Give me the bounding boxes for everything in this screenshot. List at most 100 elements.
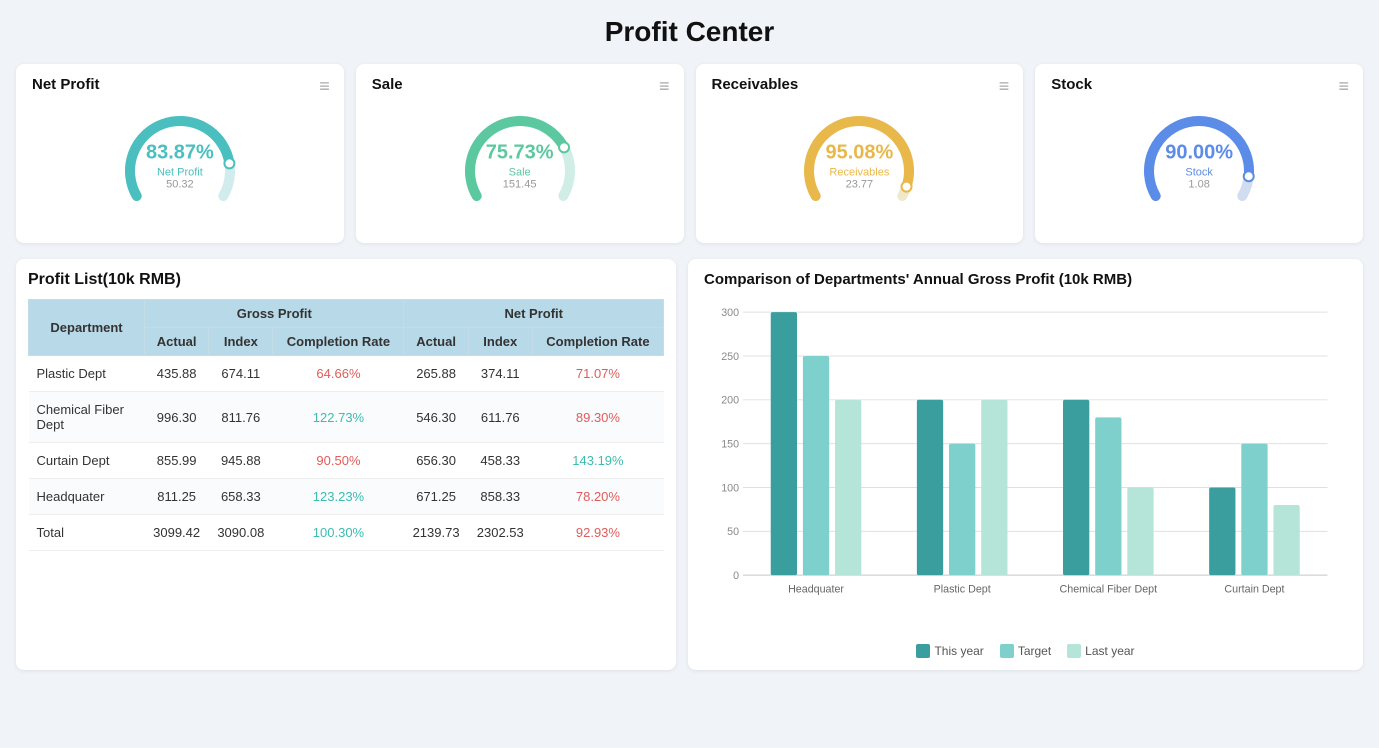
card-menu-receivables[interactable]: ≡ [999, 76, 1010, 97]
card-title-net-profit: Net Profit [32, 76, 328, 93]
td-gp-rate: 90.50% [273, 443, 404, 479]
td-department: Headquater [29, 479, 145, 515]
legend-label: Target [1018, 644, 1051, 658]
table-row: Total 3099.42 3090.08 100.30% 2139.73 23… [29, 515, 664, 551]
td-np-index: 374.11 [468, 356, 532, 392]
td-np-actual: 2139.73 [404, 515, 468, 551]
card-title-receivables: Receivables [712, 76, 1008, 93]
chart-legend: This year Target Last year [704, 644, 1347, 658]
td-gp-index: 945.88 [209, 443, 273, 479]
td-department: Total [29, 515, 145, 551]
td-gp-index: 674.11 [209, 356, 273, 392]
gauge-svg-sale [455, 101, 585, 231]
table-row: Curtain Dept 855.99 945.88 90.50% 656.30… [29, 443, 664, 479]
td-np-rate: 78.20% [532, 479, 663, 515]
td-np-actual: 265.88 [404, 356, 468, 392]
td-gp-rate: 123.23% [273, 479, 404, 515]
bar-chart-svg: 0 50 100 150 200 250 300 Headquater Plastic Dept… [704, 298, 1347, 638]
card-menu-net-profit[interactable]: ≡ [319, 76, 330, 97]
svg-text:0: 0 [733, 570, 739, 582]
chart-title: Comparison of Departments' Annual Gross … [704, 271, 1347, 288]
td-np-rate: 71.07% [532, 356, 663, 392]
legend-item: Target [1000, 644, 1051, 658]
th-gp-actual: Actual [145, 328, 209, 356]
gauge-svg-stock [1134, 101, 1264, 231]
card-title-sale: Sale [372, 76, 668, 93]
td-department: Chemical FiberDept [29, 392, 145, 443]
gauge-net-profit: 83.87% Net Profit 50.32 [32, 101, 328, 231]
profit-table: Department Gross Profit Net Profit Actua… [28, 299, 664, 551]
td-gp-actual: 3099.42 [145, 515, 209, 551]
svg-text:50: 50 [727, 526, 739, 538]
th-gross-profit: Gross Profit [145, 300, 404, 328]
th-np-rate: Completion Rate [532, 328, 663, 356]
table-row: Plastic Dept 435.88 674.11 64.66% 265.88… [29, 356, 664, 392]
td-gp-rate: 64.66% [273, 356, 404, 392]
td-np-index: 611.76 [468, 392, 532, 443]
td-gp-actual: 996.30 [145, 392, 209, 443]
td-gp-actual: 811.25 [145, 479, 209, 515]
svg-text:150: 150 [721, 439, 739, 451]
card-stock: Stock ≡ 90.00% Stock 1.08 [1035, 64, 1363, 243]
svg-text:100: 100 [721, 482, 739, 494]
td-np-index: 858.33 [468, 479, 532, 515]
td-gp-rate: 122.73% [273, 392, 404, 443]
td-np-rate: 89.30% [532, 392, 663, 443]
td-np-actual: 671.25 [404, 479, 468, 515]
gauge-stock: 90.00% Stock 1.08 [1051, 101, 1347, 231]
td-gp-index: 811.76 [209, 392, 273, 443]
svg-text:250: 250 [721, 351, 739, 363]
gauge-sale: 75.73% Sale 151.45 [372, 101, 668, 231]
th-np-index: Index [468, 328, 532, 356]
profit-list-panel: Profit List(10k RMB) Department Gross Pr… [16, 259, 676, 670]
card-menu-stock[interactable]: ≡ [1338, 76, 1349, 97]
td-department: Plastic Dept [29, 356, 145, 392]
chart-panel: Comparison of Departments' Annual Gross … [688, 259, 1363, 670]
td-gp-index: 658.33 [209, 479, 273, 515]
gauge-svg-receivables [794, 101, 924, 231]
svg-text:Headquater: Headquater [788, 584, 844, 596]
legend-item: This year [916, 644, 983, 658]
svg-text:300: 300 [721, 307, 739, 319]
td-gp-actual: 435.88 [145, 356, 209, 392]
th-department: Department [29, 300, 145, 356]
th-gp-rate: Completion Rate [273, 328, 404, 356]
td-np-rate: 92.93% [532, 515, 663, 551]
card-receivables: Receivables ≡ 95.08% Receivables 23.77 [696, 64, 1024, 243]
bar-chart-area: 0 50 100 150 200 250 300 Headquater Plastic Dept… [704, 298, 1347, 638]
legend-color [916, 644, 930, 658]
svg-text:Plastic Dept: Plastic Dept [934, 584, 991, 596]
legend-label: Last year [1085, 644, 1134, 658]
th-net-profit: Net Profit [404, 300, 664, 328]
td-np-rate: 143.19% [532, 443, 663, 479]
th-np-actual: Actual [404, 328, 468, 356]
td-gp-actual: 855.99 [145, 443, 209, 479]
legend-color [1067, 644, 1081, 658]
card-net-profit: Net Profit ≡ 83.87% Net Profit 50.32 [16, 64, 344, 243]
legend-color [1000, 644, 1014, 658]
card-title-stock: Stock [1051, 76, 1347, 93]
svg-text:Curtain Dept: Curtain Dept [1224, 584, 1284, 596]
card-menu-sale[interactable]: ≡ [659, 76, 670, 97]
legend-label: This year [934, 644, 983, 658]
profit-list-title: Profit List(10k RMB) [28, 271, 664, 289]
td-department: Curtain Dept [29, 443, 145, 479]
gauge-receivables: 95.08% Receivables 23.77 [712, 101, 1008, 231]
bottom-section: Profit List(10k RMB) Department Gross Pr… [16, 259, 1363, 670]
td-np-index: 458.33 [468, 443, 532, 479]
th-gp-index: Index [209, 328, 273, 356]
td-gp-rate: 100.30% [273, 515, 404, 551]
table-row: Headquater 811.25 658.33 123.23% 671.25 … [29, 479, 664, 515]
table-row: Chemical FiberDept 996.30 811.76 122.73%… [29, 392, 664, 443]
top-cards-row: Net Profit ≡ 83.87% Net Profit 50.32 Sal… [16, 64, 1363, 243]
svg-text:200: 200 [721, 395, 739, 407]
td-gp-index: 3090.08 [209, 515, 273, 551]
td-np-index: 2302.53 [468, 515, 532, 551]
td-np-actual: 546.30 [404, 392, 468, 443]
td-np-actual: 656.30 [404, 443, 468, 479]
card-sale: Sale ≡ 75.73% Sale 151.45 [356, 64, 684, 243]
page-title: Profit Center [16, 16, 1363, 48]
gauge-svg-net-profit [115, 101, 245, 231]
legend-item: Last year [1067, 644, 1134, 658]
svg-text:Chemical Fiber Dept: Chemical Fiber Dept [1060, 584, 1158, 596]
